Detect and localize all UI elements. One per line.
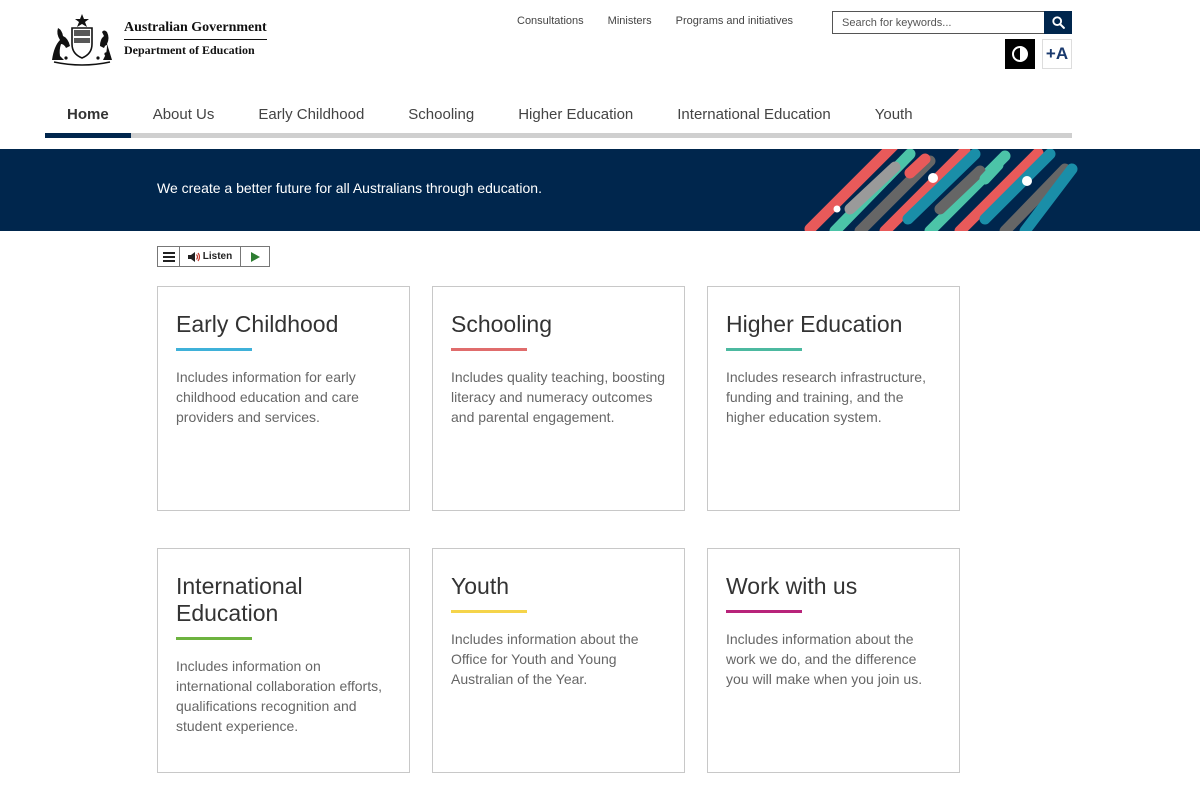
hero-banner: We create a better future for all Austra…	[0, 149, 1200, 231]
banner-tagline: We create a better future for all Austra…	[157, 180, 542, 196]
card-title: Work with us	[726, 573, 858, 599]
utility-link-ministers[interactable]: Ministers	[608, 15, 652, 27]
logo-text: Australian Government Department of Educ…	[124, 20, 267, 58]
search-icon	[1051, 16, 1065, 29]
card-higher-education[interactable]: Higher Education Includes research infra…	[707, 286, 960, 511]
card-description: Includes information about the work we d…	[726, 631, 923, 687]
card-description: Includes information on international co…	[176, 658, 382, 734]
nav-item-about-us[interactable]: About Us	[131, 96, 237, 133]
gov-name: Australian Government	[124, 20, 267, 40]
utility-nav: Consultations Ministers Programs and ini…	[505, 15, 805, 27]
listen-widget: Listen	[157, 246, 270, 267]
coat-of-arms-icon	[52, 14, 112, 66]
contrast-toggle-button[interactable]	[1005, 39, 1035, 69]
nav-item-youth[interactable]: Youth	[853, 96, 935, 133]
nav-item-higher-education[interactable]: Higher Education	[496, 96, 655, 133]
card-accent-rule	[451, 348, 527, 351]
nav-item-international-education[interactable]: International Education	[655, 96, 852, 133]
play-button[interactable]	[241, 247, 269, 266]
play-icon	[250, 251, 260, 262]
card-title: Higher Education	[726, 311, 903, 337]
gov-logo[interactable]: Australian Government Department of Educ…	[46, 12, 268, 66]
decorative-stripes	[804, 149, 1078, 231]
menu-icon	[162, 251, 175, 262]
main-nav: Home About Us Early Childhood Schooling …	[45, 96, 1072, 138]
dept-name: Department of Education	[124, 43, 255, 57]
card-title: Early Childhood	[176, 311, 339, 337]
search-bar	[832, 11, 1072, 34]
card-accent-rule	[726, 610, 802, 613]
speaker-icon	[187, 251, 200, 262]
card-accent-rule	[726, 348, 802, 351]
card-description: Includes research infrastructure, fundin…	[726, 369, 926, 425]
card-title: Youth	[451, 573, 509, 599]
listen-label: Listen	[202, 251, 233, 262]
card-description: Includes quality teaching, boosting lite…	[451, 369, 666, 425]
text-size-button[interactable]: +A	[1042, 39, 1072, 69]
nav-item-home[interactable]: Home	[45, 96, 131, 138]
card-youth[interactable]: Youth Includes information about the Off…	[432, 548, 685, 773]
contrast-icon	[1012, 46, 1028, 62]
utility-link-programs[interactable]: Programs and initiatives	[676, 15, 793, 27]
card-early-childhood[interactable]: Early Childhood Includes information for…	[157, 286, 410, 511]
card-accent-rule	[176, 348, 252, 351]
card-title: International Education	[176, 573, 303, 626]
card-schooling[interactable]: Schooling Includes quality teaching, boo…	[432, 286, 685, 511]
card-title: Schooling	[451, 311, 553, 337]
search-input[interactable]	[832, 11, 1044, 34]
card-accent-rule	[176, 637, 252, 640]
search-button[interactable]	[1044, 11, 1072, 34]
nav-item-early-childhood[interactable]: Early Childhood	[236, 96, 386, 133]
nav-item-schooling[interactable]: Schooling	[386, 96, 496, 133]
utility-link-consultations[interactable]: Consultations	[517, 15, 584, 27]
card-description: Includes information for early childhood…	[176, 369, 359, 425]
listen-button[interactable]: Listen	[180, 247, 241, 266]
listen-menu-button[interactable]	[158, 247, 180, 266]
card-description: Includes information about the Office fo…	[451, 631, 639, 687]
card-work-with-us[interactable]: Work with us Includes information about …	[707, 548, 960, 773]
card-accent-rule	[451, 610, 527, 613]
card-international-education[interactable]: International Education Includes informa…	[157, 548, 410, 773]
